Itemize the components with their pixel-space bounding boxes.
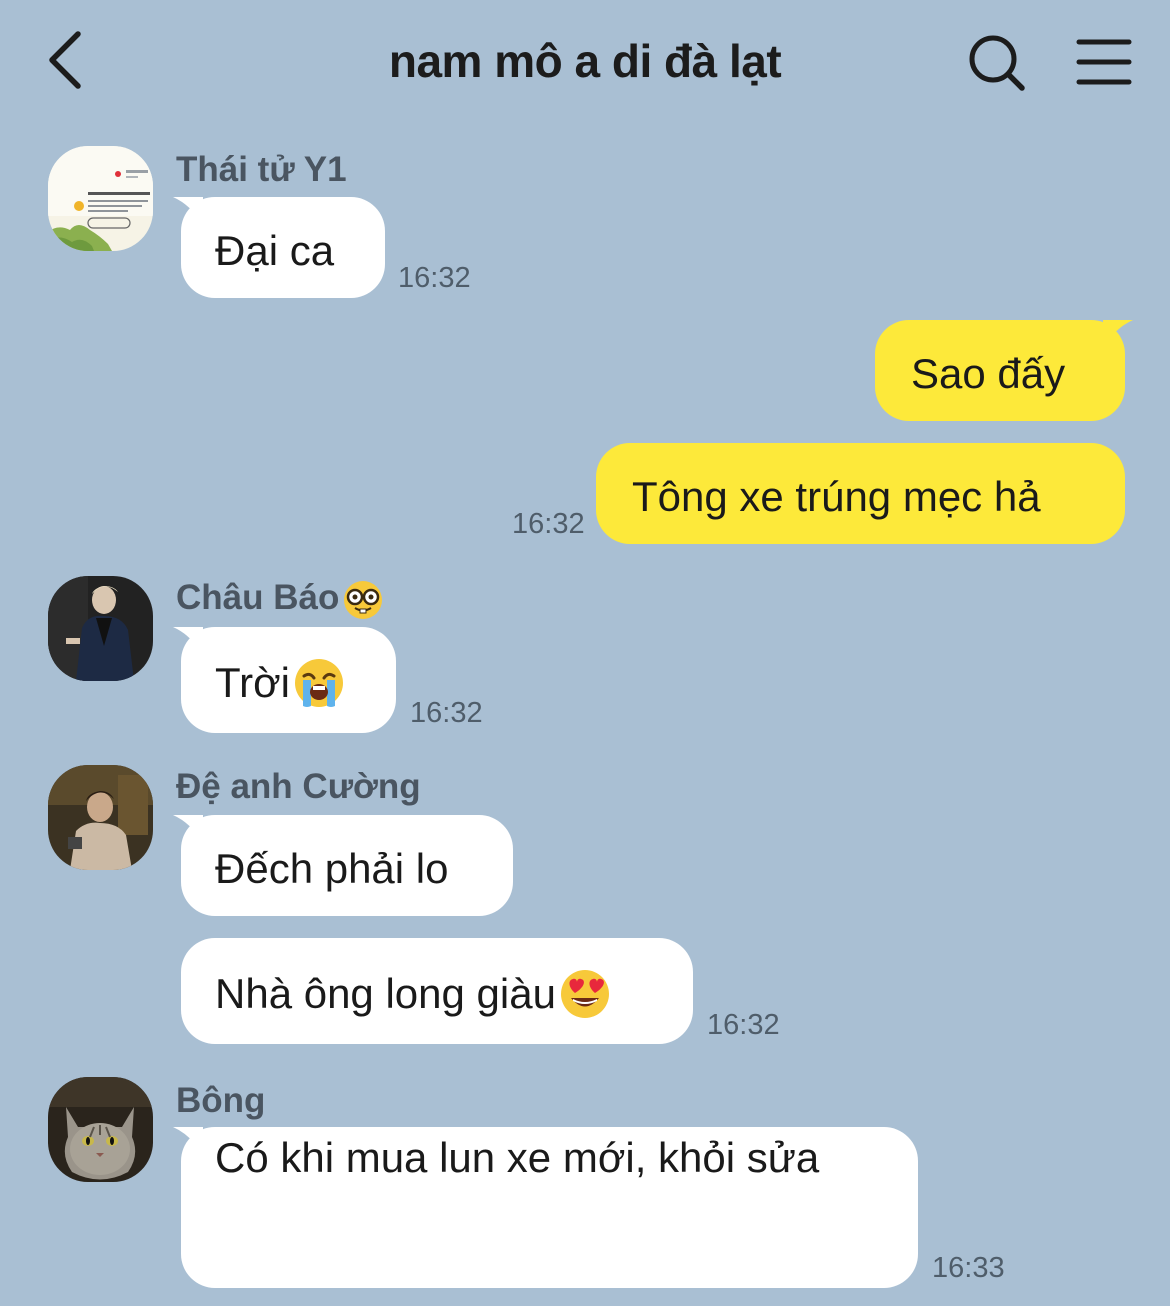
sender-name-text: Châu Báo [176,578,340,617]
avatar[interactable] [48,1077,153,1182]
message-time: 16:32 [398,262,471,294]
hamburger-menu-icon [1076,39,1132,85]
bubble-tail [173,1127,203,1155]
message-bubble[interactable]: Đại ca [173,197,385,298]
avatar-image [48,765,153,870]
message-text: Tông xe trúng mẹc hả [632,473,1041,521]
heart-eyes-face-icon [560,969,609,1018]
search-icon [969,35,1025,91]
message-bubble[interactable]: Có khi mua lun xe mới, khỏi sửa [173,1127,918,1288]
bubble-tail [173,197,203,225]
sender-name: Thái tử Y1 [176,150,347,189]
sender-name: Bông [176,1081,266,1120]
avatar-image [48,146,153,251]
message-text: Nhà ông long giàu [215,969,556,1017]
chat-header: nam mô a di đà lạt [0,0,1170,120]
nerd-face-icon [344,580,383,619]
message-text: Đại ca [215,227,335,275]
avatar[interactable] [48,765,153,870]
message-time: 16:32 [707,1009,780,1041]
message-bubble[interactable]: Đếch phải lo [173,815,513,916]
avatar[interactable] [48,576,153,681]
message-text: Trời [215,658,290,706]
avatar-image [48,1077,153,1182]
message-text: Có khi mua lun xe mới, khỏi sửa [215,1134,820,1181]
message-time: 16:32 [410,697,483,729]
search-button[interactable] [964,30,1030,96]
message-bubble[interactable]: Trời [173,627,396,733]
menu-button[interactable] [1074,36,1134,88]
bubble-tail [1103,320,1133,348]
message-bubble[interactable]: Nhà ông long giàu [181,938,693,1044]
message-bubble-outgoing[interactable]: Tông xe trúng mẹc hả [596,443,1125,544]
sender-name: Châu Báo [176,578,384,621]
avatar-image [48,576,153,681]
loudly-crying-face-icon [294,658,343,707]
message-time: 16:32 [512,508,585,540]
bubble-tail [173,627,203,655]
message-text: Đếch phải lo [215,845,449,893]
message-bubble-outgoing[interactable]: Sao đấy [875,320,1133,421]
bubble-tail [173,815,203,843]
sender-name: Đệ anh Cường [176,767,421,806]
message-time: 16:33 [932,1252,1005,1284]
message-text: Sao đấy [911,350,1066,398]
avatar[interactable] [48,146,153,251]
